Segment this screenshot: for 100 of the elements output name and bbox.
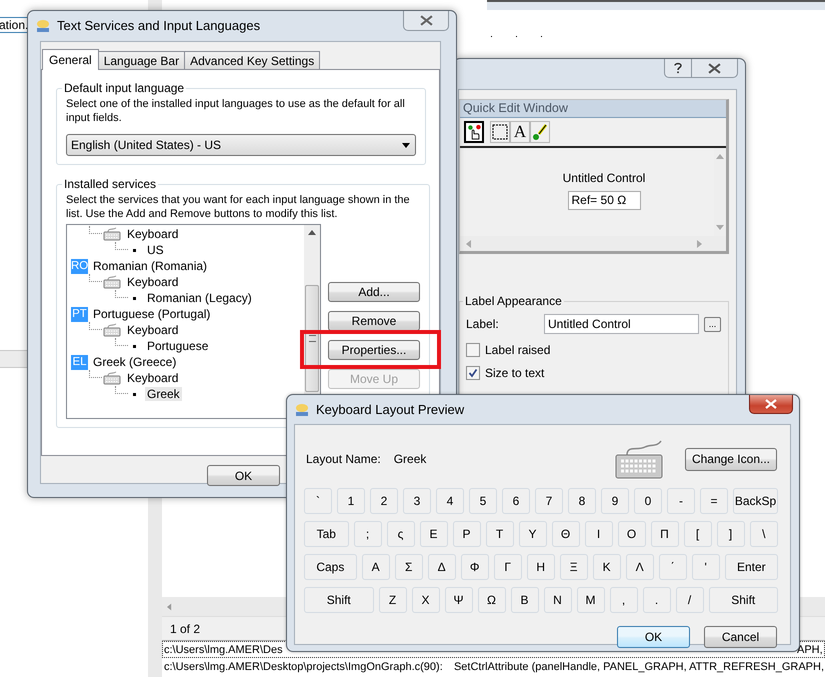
- keyboard-key[interactable]: Ε: [420, 521, 448, 547]
- keyboard-key[interactable]: 3: [403, 488, 431, 514]
- pointer-tool[interactable]: [464, 121, 484, 143]
- keyboard-key[interactable]: Δ: [428, 554, 456, 580]
- bullet-icon: [133, 248, 136, 252]
- tree-item[interactable]: Romanian (Legacy): [145, 291, 254, 305]
- keyboard-key[interactable]: Υ: [518, 521, 547, 547]
- tree-line: [115, 386, 128, 394]
- language-dropdown[interactable]: English (United States) - US: [66, 134, 416, 156]
- checkbox[interactable]: [466, 366, 480, 380]
- keyboard-key[interactable]: 9: [601, 488, 629, 514]
- tree-item[interactable]: Keyboard: [125, 371, 180, 385]
- keyboard-key[interactable]: ς: [386, 521, 415, 547]
- keyboard-key[interactable]: \: [750, 521, 778, 547]
- keyboard-key[interactable]: Θ: [552, 521, 580, 547]
- keyboard-key[interactable]: ]: [716, 521, 745, 547]
- keyboard-key[interactable]: Ι: [584, 521, 613, 547]
- group-title: Default input language: [63, 81, 186, 95]
- keyboard-key[interactable]: Χ: [412, 587, 440, 613]
- keyboard-key[interactable]: Enter: [724, 554, 778, 580]
- close-button[interactable]: [692, 59, 738, 78]
- browse-button[interactable]: ...: [704, 316, 721, 332]
- keyboard-key[interactable]: 7: [535, 488, 563, 514]
- keyboard-key[interactable]: ;: [354, 521, 382, 547]
- tree-item[interactable]: US: [145, 243, 166, 257]
- keyboard-key[interactable]: Λ: [626, 554, 654, 580]
- keyboard-key[interactable]: ': [692, 554, 720, 580]
- text-tool[interactable]: A: [510, 121, 530, 143]
- keyboard-key[interactable]: Ξ: [560, 554, 588, 580]
- keyboard-key[interactable]: Κ: [592, 554, 621, 580]
- keyboard-key[interactable]: Γ: [494, 554, 522, 580]
- keyboard-key[interactable]: -: [667, 488, 695, 514]
- tree-item[interactable]: Greek: [145, 387, 182, 401]
- keyboard-key[interactable]: Α: [362, 554, 390, 580]
- control-label: Untitled Control: [562, 171, 646, 185]
- tree-item[interactable]: Keyboard: [125, 227, 180, 241]
- keyboard-key[interactable]: Π: [650, 521, 679, 547]
- keyboard-key[interactable]: ,: [610, 587, 638, 613]
- help-button[interactable]: [664, 59, 692, 78]
- keyboard-key[interactable]: BackSp: [733, 488, 778, 514]
- close-button[interactable]: [749, 395, 793, 414]
- scroll-up-icon[interactable]: [308, 230, 316, 235]
- keyboard-key[interactable]: .: [642, 587, 670, 613]
- tree-item[interactable]: Keyboard: [125, 323, 180, 337]
- scroll-thumb[interactable]: [305, 285, 319, 392]
- tree-item[interactable]: Romanian (Romania): [91, 259, 210, 273]
- label-field[interactable]: Untitled Control: [544, 314, 699, 334]
- keyboard-key[interactable]: Τ: [486, 521, 514, 547]
- keyboard-key[interactable]: Β: [510, 587, 538, 613]
- cancel-button[interactable]: Cancel: [704, 626, 777, 648]
- window-title: Text Services and Input Languages: [57, 18, 260, 33]
- tree-item[interactable]: Portuguese: [145, 339, 210, 353]
- keyboard-key[interactable]: /: [676, 587, 704, 613]
- keyboard-key[interactable]: 5: [469, 488, 497, 514]
- keyboard-key[interactable]: Shift: [708, 587, 778, 613]
- keyboard-key[interactable]: 6: [502, 488, 530, 514]
- ok-button[interactable]: OK: [617, 626, 690, 648]
- keyboard-key[interactable]: 8: [568, 488, 596, 514]
- color-tool[interactable]: [530, 121, 550, 143]
- numeric-control[interactable]: Ref= 50 Ω: [568, 191, 640, 210]
- keyboard-key[interactable]: Ρ: [452, 521, 481, 547]
- action-button[interactable]: Remove: [328, 311, 420, 331]
- output-line[interactable]: c:\Users\lmg.AMER\Desktop\projects\ImgOnGraph.c(90): SetCtrlAttribute (panelHandle, PANEL_GRAPH, ATTR_REFRESH_GRAPH,: [162, 658, 825, 675]
- keyboard-key[interactable]: =: [700, 488, 728, 514]
- keyboard-icon: [103, 275, 121, 289]
- tree-item[interactable]: Portuguese (Portugal): [91, 307, 212, 321]
- keyboard-key[interactable]: `: [304, 488, 332, 514]
- tab[interactable]: General: [42, 49, 99, 70]
- tree-line: [115, 290, 128, 298]
- close-button[interactable]: [403, 11, 449, 31]
- tab[interactable]: Language Bar: [98, 51, 186, 69]
- description: Select one of the installed input languages to use as the default for all input fields.: [66, 97, 406, 125]
- keyboard-key[interactable]: ΄: [658, 554, 687, 580]
- keyboard-key[interactable]: Η: [526, 554, 555, 580]
- keyboard-key[interactable]: Caps: [304, 554, 357, 580]
- tree-item[interactable]: Greek (Greece): [91, 355, 178, 369]
- action-button[interactable]: Properties...: [328, 340, 420, 360]
- keyboard-key[interactable]: Σ: [394, 554, 423, 580]
- tab[interactable]: Advanced Key Settings: [184, 51, 320, 69]
- keyboard-key[interactable]: Tab: [304, 521, 349, 547]
- selection-tool[interactable]: [490, 121, 510, 143]
- tree-item[interactable]: Keyboard: [125, 275, 180, 289]
- keyboard-key[interactable]: [: [684, 521, 712, 547]
- ok-button[interactable]: OK: [207, 465, 280, 486]
- keyboard-key[interactable]: Ο: [618, 521, 646, 547]
- keyboard-key[interactable]: Ν: [544, 587, 572, 613]
- keyboard-key[interactable]: 1: [337, 488, 365, 514]
- keyboard-key[interactable]: Μ: [576, 587, 604, 613]
- keyboard-key[interactable]: 4: [436, 488, 464, 514]
- keyboard-key[interactable]: 0: [634, 488, 662, 514]
- keyboard-key[interactable]: Φ: [460, 554, 489, 580]
- field-label: Label:: [466, 317, 500, 331]
- keyboard-key[interactable]: Shift: [304, 587, 374, 613]
- change-icon-button[interactable]: Change Icon...: [684, 448, 777, 470]
- keyboard-key[interactable]: Ζ: [378, 587, 406, 613]
- keyboard-key[interactable]: Ψ: [444, 587, 472, 613]
- action-button[interactable]: Add...: [328, 282, 420, 302]
- keyboard-key[interactable]: 2: [370, 488, 398, 514]
- keyboard-key[interactable]: Ω: [478, 587, 506, 613]
- checkbox[interactable]: [466, 343, 480, 357]
